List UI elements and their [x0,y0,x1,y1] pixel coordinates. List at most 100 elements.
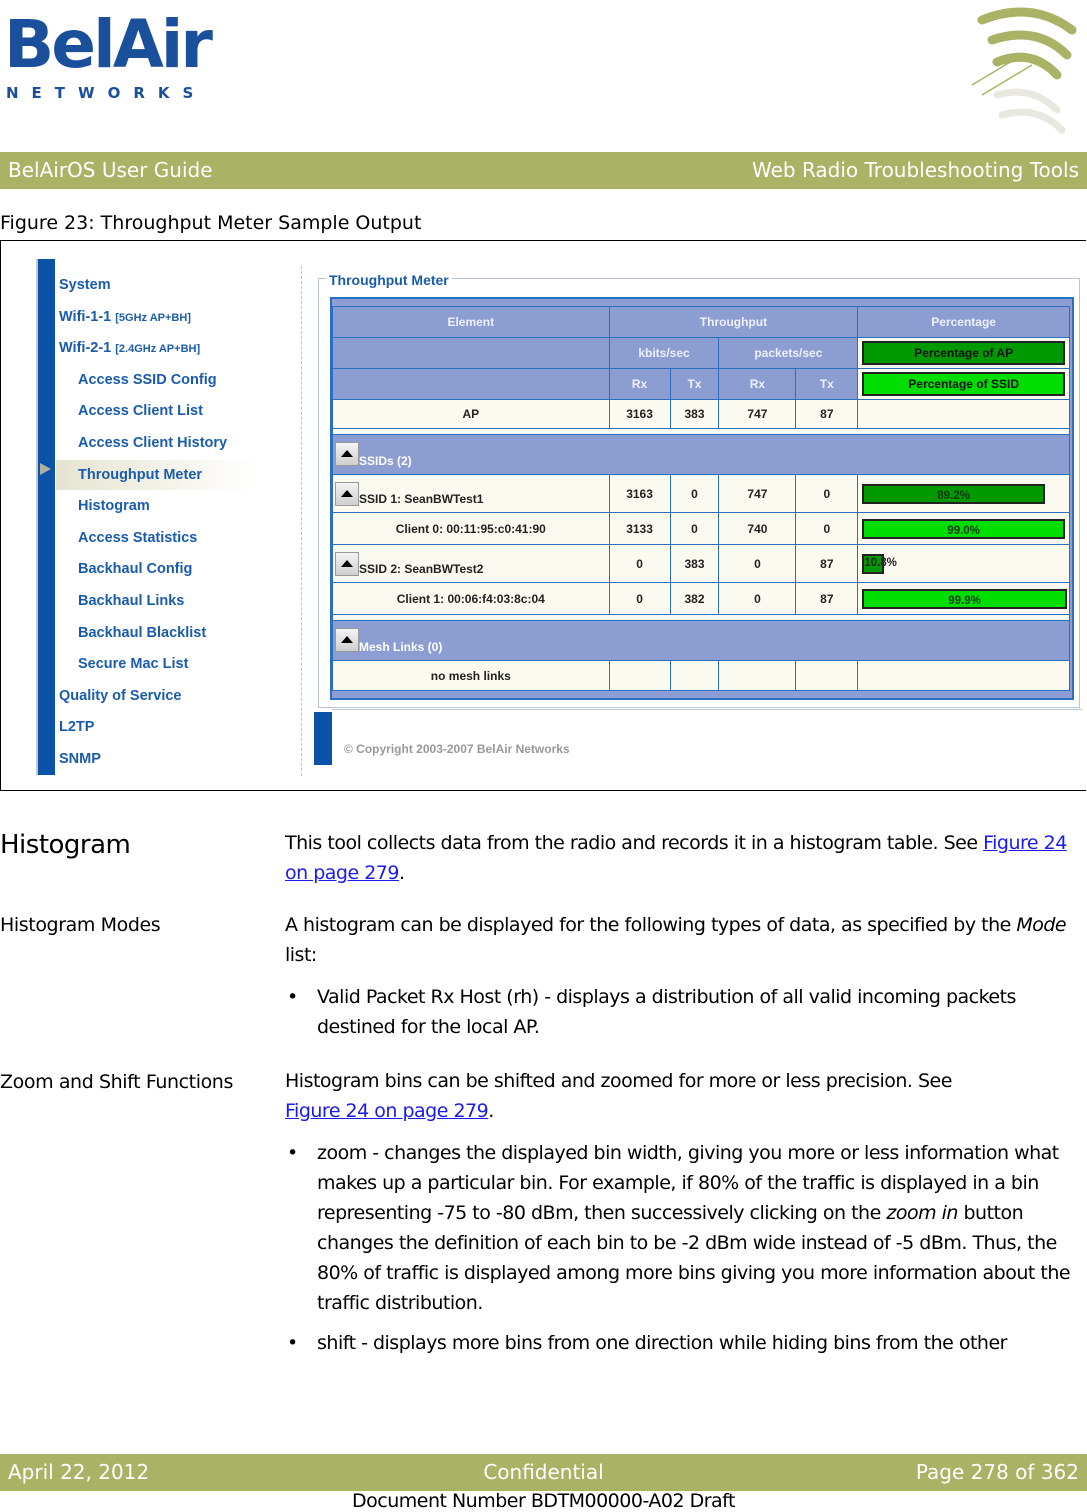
sidebar-item-wifi-2-1[interactable]: Wifi-2-1 [2.4GHz AP+BH] [59,340,200,356]
sidebar-divider [301,266,302,776]
mesh-row: no mesh links [332,660,1070,691]
sidebar-item-l2tp[interactable]: L2TP [59,719,94,735]
ssid-row: SSID 1: SeanBWTest1 3163 0 747 0 89.2% [332,474,1070,513]
histogram-paragraph: This tool collects data from the radio a… [285,832,1067,884]
client-pk-tx: 87 [795,582,859,615]
ap-pk-rx: 747 [718,399,797,429]
sidebar-item-label: Backhaul Blacklist [78,624,207,641]
sidebar-item-throughput-meter[interactable]: Throughput Meter [78,467,202,483]
client-pk-rx: 0 [718,582,797,615]
sidebar-item-access-ssid-config[interactable]: Access SSID Config [78,372,217,388]
pct-ap-legend: Percentage of AP [862,341,1065,365]
histogram-modes-heading: Histogram Modes [0,914,161,936]
mesh-group-row: Mesh Links (0) [332,620,1070,661]
client-kb-tx: 0 [669,512,720,545]
header-percentage: Percentage [857,306,1070,338]
sidebar-item-label: Throughput Meter [78,466,203,483]
sidebar-item-quality-of-service[interactable]: Quality of Service [59,688,182,704]
ssids-group-label: SSIDs (2) [359,453,412,468]
pct-ssid-legend: Percentage of SSID [862,372,1065,396]
header-blank [332,337,610,369]
collapse-ssid-button[interactable] [335,481,359,506]
ssid-pk-tx: 0 [795,474,859,513]
pct-ap-legend-cell: Percentage of AP [857,337,1070,369]
modes-bullet: • Valid Packet Rx Host (rh) - displays a … [287,982,1057,1042]
sidebar-item-label: Access Client List [78,403,203,420]
ssid-kb-tx: 383 [669,544,720,583]
percentage-bar: 99.9% [862,588,1067,609]
sidebar-item-label: Access Statistics [78,529,198,546]
sidebar-item-histogram[interactable]: Histogram [78,498,150,514]
sidebar-item-wifi-1-1[interactable]: Wifi-1-1 [5GHz AP+BH] [59,309,191,325]
document-number: Document Number BDTM00000-A02 Draft [352,1490,735,1512]
mesh-group-header: Mesh Links (0) [332,620,1070,661]
sidebar-item-access-client-list[interactable]: Access Client List [78,403,203,419]
mesh-cell [795,660,859,691]
sidebar-item-label: Quality of Service [59,687,182,704]
client-pk-rx: 740 [718,512,797,545]
collapse-mesh-button[interactable] [335,627,359,652]
modes-text-end: list: [285,944,317,966]
sidebar-item-snmp[interactable]: SNMP [59,751,101,767]
mesh-cell [608,660,671,691]
header-kb-rx: Rx [608,368,671,400]
ap-name: AP [332,399,610,429]
percentage-label: 89.2% [937,489,970,502]
sidebar-accent-bar [38,259,55,775]
header-kbits: kbits/sec [608,337,720,369]
belair-swoosh-logo-icon [971,7,1077,134]
sidebar-item-label: Secure Mac List [78,656,189,673]
copyright-text: © Copyright 2003-2007 BelAir Networks [344,742,570,756]
ssid-name: SSID 2: SeanBWTest2 [359,561,484,576]
sidebar-item-label: Wifi-2-1 [59,340,112,357]
mesh-empty-label: no mesh links [332,660,610,691]
client-row: Client 0: 00:11:95:c0:41:90 3133 0 740 0 99.0… [332,512,1070,545]
sidebar-item-access-client-history[interactable]: Access Client History [78,435,227,451]
percentage-label: 10.8% [864,556,897,569]
figure-24-link-2[interactable]: Figure 24 on page 279 [285,1100,489,1122]
percentage-cell: 99.0% [857,512,1070,545]
mesh-cell [669,660,720,691]
zoom-paragraph: Histogram bins can be shifted and zoomed… [285,1070,952,1122]
ap-pk-tx: 87 [795,399,859,429]
ap-pct [857,399,1070,429]
modes-paragraph: A histogram can be displayed for the fol… [285,910,1085,970]
sidebar-item-backhaul-blacklist[interactable]: Backhaul Blacklist [78,625,206,641]
percentage-bar: 99.0% [862,518,1065,539]
header-pk-rx: Rx [718,368,797,400]
sidebar-item-label: L2TP [59,719,95,736]
selected-arrow-icon [40,463,51,475]
header-packets: packets/sec [718,337,859,369]
footer-band: April 22, 2012 Confidential Page 278 of … [0,1454,1087,1491]
sidebar-item-band: [2.4GHz AP+BH] [115,343,201,356]
footer-page: Page 278 of 362 [915,1460,1079,1484]
client-pk-tx: 0 [795,512,859,545]
ssid-pk-rx: 747 [718,474,797,513]
sidebar-item-system[interactable]: System [59,277,111,293]
bullet-icon: • [287,1332,298,1354]
sidebar-item-label: Access SSID Config [78,371,217,388]
section-title: Web Radio Troubleshooting Tools [751,158,1079,182]
sidebar-item-access-statistics[interactable]: Access Statistics [78,530,197,546]
collapse-ssids-button[interactable] [335,441,359,466]
sidebar-item-secure-mac-list[interactable]: Secure Mac List [78,656,188,672]
percentage-label: 99.9% [948,594,981,607]
shift-bullet: • shift - displays more bins from one dir… [287,1328,1057,1358]
ssid-name: SSID 1: SeanBWTest1 [359,491,484,506]
percentage-bar: 89.2% [862,483,1045,504]
modes-text: A histogram can be displayed for the fol… [285,914,1017,936]
belair-logo-subtitle: NETWORKS [6,84,207,102]
sidebar-item-label: Backhaul Config [78,561,193,578]
shift-bullet-text: shift - displays more bins from one dire… [317,1332,1007,1354]
client-kb-tx: 382 [669,582,720,615]
sidebar-item-backhaul-config[interactable]: Backhaul Config [78,561,192,577]
sidebar-item-backhaul-links[interactable]: Backhaul Links [78,593,184,609]
zoom-shift-heading: Zoom and Shift Functions [0,1071,233,1093]
histogram-heading: Histogram [0,830,131,860]
ssid-pk-rx: 0 [718,544,797,583]
panel-legend: Throughput Meter [326,272,452,288]
ssids-group-header: SSIDs (2) [332,434,1070,475]
footer-accent-bar [314,712,332,765]
ssid-kb-rx: 0 [608,544,671,583]
collapse-ssid-button[interactable] [335,551,359,576]
